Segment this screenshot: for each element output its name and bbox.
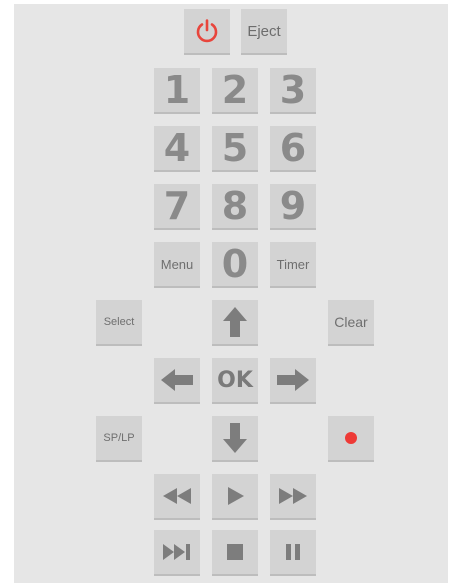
rewind-button[interactable]	[154, 474, 200, 520]
record-button[interactable]	[328, 416, 374, 462]
timer-label: Timer	[276, 256, 310, 272]
select-label: Select	[103, 316, 135, 328]
digit-label: 9	[279, 184, 307, 228]
skip-next-icon	[162, 543, 192, 561]
arrow-up-icon	[222, 306, 248, 338]
pause-button[interactable]	[270, 530, 316, 576]
eject-label: Eject	[247, 22, 281, 40]
arrow-right-icon	[276, 368, 310, 392]
digit-8-button[interactable]: 8	[212, 184, 258, 230]
digit-9-button[interactable]: 9	[270, 184, 316, 230]
digit-label: 0	[221, 242, 249, 286]
power-button[interactable]	[184, 9, 230, 55]
ok-label: OK	[217, 367, 253, 393]
arrow-down-icon	[222, 422, 248, 454]
left-button[interactable]	[154, 358, 200, 404]
arrow-left-icon	[160, 368, 194, 392]
digit-5-button[interactable]: 5	[212, 126, 258, 172]
digit-label: 1	[163, 68, 191, 112]
digit-label: 3	[279, 68, 307, 112]
select-button[interactable]: Select	[96, 300, 142, 346]
fast-forward-icon	[278, 487, 308, 505]
digit-7-button[interactable]: 7	[154, 184, 200, 230]
play-button[interactable]	[212, 474, 258, 520]
skip-next-button[interactable]	[154, 530, 200, 576]
clear-button[interactable]: Clear	[328, 300, 374, 346]
digit-label: 8	[221, 184, 249, 228]
down-button[interactable]	[212, 416, 258, 462]
digit-label: 4	[163, 126, 191, 170]
right-button[interactable]	[270, 358, 316, 404]
power-icon	[193, 17, 221, 45]
splp-button[interactable]: SP/LP	[96, 416, 142, 462]
digit-label: 7	[163, 184, 191, 228]
splp-label: SP/LP	[103, 432, 135, 444]
digit-0-button[interactable]: 0	[212, 242, 258, 288]
timer-button[interactable]: Timer	[270, 242, 316, 288]
digit-4-button[interactable]: 4	[154, 126, 200, 172]
eject-button[interactable]: Eject	[241, 9, 287, 55]
digit-1-button[interactable]: 1	[154, 68, 200, 114]
pause-icon	[284, 543, 302, 561]
up-button[interactable]	[212, 300, 258, 346]
clear-label: Clear	[334, 314, 368, 330]
stop-button[interactable]	[212, 530, 258, 576]
digit-label: 5	[221, 126, 249, 170]
ok-button[interactable]: OK	[212, 358, 258, 404]
digit-label: 2	[221, 68, 249, 112]
menu-label: Menu	[160, 256, 194, 272]
stop-icon	[226, 543, 244, 561]
record-icon	[344, 431, 358, 445]
digit-label: 6	[279, 126, 307, 170]
rewind-icon	[162, 487, 192, 505]
digit-6-button[interactable]: 6	[270, 126, 316, 172]
digit-3-button[interactable]: 3	[270, 68, 316, 114]
play-icon	[225, 486, 245, 506]
menu-button[interactable]: Menu	[154, 242, 200, 288]
fast-forward-button[interactable]	[270, 474, 316, 520]
digit-2-button[interactable]: 2	[212, 68, 258, 114]
